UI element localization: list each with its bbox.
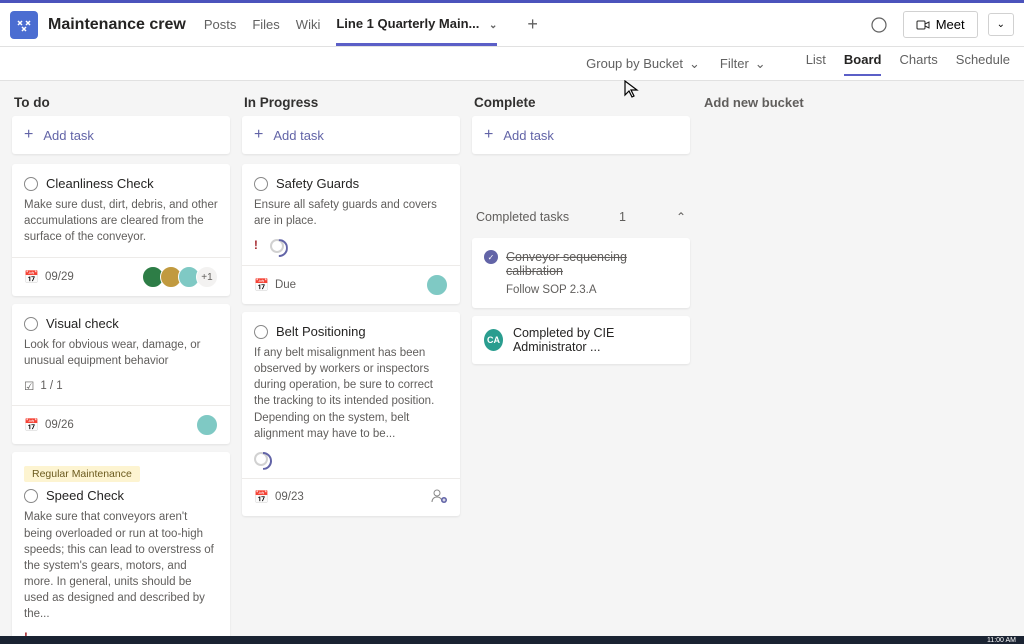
plus-icon: + (24, 126, 33, 144)
task-date: 09/23 (275, 491, 304, 503)
chevron-down-icon: ⌄ (689, 56, 700, 72)
task-desc: If any belt misalignment has been observ… (254, 345, 448, 442)
group-by-dropdown[interactable]: Group by Bucket ⌄ (586, 56, 700, 72)
task-title: Cleanliness Check (46, 176, 154, 191)
group-by-label: Group by Bucket (586, 56, 683, 71)
completed-count: 1 (619, 210, 626, 224)
completed-by-text: Completed by CIE Administrator ... (513, 326, 678, 354)
add-task-label: Add task (273, 128, 324, 143)
add-task-label: Add task (503, 128, 554, 143)
avatar (196, 414, 218, 436)
task-assignees[interactable] (200, 414, 218, 436)
tab-files[interactable]: Files (252, 5, 279, 44)
completed-task-desc: Follow SOP 2.3.A (506, 284, 678, 296)
completed-by-avatar: CA (484, 329, 503, 351)
chat-icon[interactable] (865, 11, 893, 39)
completed-toggle[interactable]: Completed tasks 1 ⌃ (472, 204, 690, 230)
task-card[interactable]: Belt Positioning If any belt misalignmen… (242, 312, 460, 516)
board-toolbar: Group by Bucket ⌄ Filter ⌄ List Board Ch… (0, 47, 1024, 81)
column-header[interactable]: Complete (472, 91, 690, 116)
column-header[interactable]: In Progress (242, 91, 460, 116)
completed-by-row[interactable]: CA Completed by CIE Administrator ... (472, 316, 690, 364)
task-title: Speed Check (46, 488, 124, 503)
meet-label: Meet (936, 17, 965, 32)
calendar-icon: 📅 (254, 278, 269, 292)
task-title: Visual check (46, 316, 119, 331)
completed-task-card[interactable]: ✓ Conveyor sequencing calibration Follow… (472, 238, 690, 308)
calendar-icon: 📅 (254, 490, 269, 504)
app-header: Maintenance crew Posts Files Wiki Line 1… (0, 3, 1024, 47)
team-name: Maintenance crew (48, 16, 186, 34)
task-title: Safety Guards (276, 176, 359, 191)
task-desc: Ensure all safety guards and covers are … (254, 197, 448, 229)
task-assignees[interactable] (430, 274, 448, 296)
kanban-board: To do + Add task Cleanliness Check Make … (0, 81, 1024, 644)
chevron-down-icon[interactable]: ⌄ (489, 20, 497, 31)
calendar-icon: 📅 (24, 270, 39, 284)
tab-planner-label: Line 1 Quarterly Main... (336, 16, 479, 31)
avatar (426, 274, 448, 296)
add-task-button[interactable]: + Add task (12, 116, 230, 154)
task-tag: Regular Maintenance (24, 466, 140, 482)
completed-task-title: Conveyor sequencing calibration (506, 250, 678, 278)
task-checkbox[interactable] (254, 325, 268, 339)
assign-icon[interactable] (430, 487, 448, 508)
task-card[interactable]: Cleanliness Check Make sure dust, dirt, … (12, 164, 230, 296)
column-in-progress: In Progress + Add task Safety Guards Ens… (242, 91, 460, 634)
view-schedule[interactable]: Schedule (956, 52, 1010, 76)
task-checkbox[interactable] (24, 177, 38, 191)
task-desc: Make sure that conveyors aren't being ov… (24, 509, 218, 622)
plus-icon: + (254, 126, 263, 144)
progress-icon (270, 239, 284, 253)
completed-label: Completed tasks (476, 210, 569, 224)
task-due: Due (275, 279, 296, 291)
column-complete: Complete + Add task Completed tasks 1 ⌃ … (472, 91, 690, 634)
view-charts[interactable]: Charts (899, 52, 937, 76)
column-add-bucket: Add new bucket (702, 91, 920, 634)
nav-tabs: Posts Files Wiki Line 1 Quarterly Main..… (204, 4, 538, 46)
video-icon (916, 18, 930, 32)
task-desc: Look for obvious wear, damage, or unusua… (24, 337, 218, 369)
plus-icon: + (484, 126, 493, 144)
filter-dropdown[interactable]: Filter ⌄ (720, 56, 766, 72)
task-checkbox[interactable] (24, 489, 38, 503)
meet-button[interactable]: Meet (903, 11, 978, 38)
filter-label: Filter (720, 56, 749, 71)
avatar-more: +1 (196, 266, 218, 288)
tab-wiki[interactable]: Wiki (296, 5, 321, 44)
add-task-button[interactable]: + Add task (472, 116, 690, 154)
task-desc: Make sure dust, dirt, debris, and other … (24, 197, 218, 245)
progress-icon (254, 452, 268, 466)
tab-posts[interactable]: Posts (204, 5, 237, 44)
view-board[interactable]: Board (844, 52, 882, 76)
completed-check-icon[interactable]: ✓ (484, 250, 498, 264)
view-list[interactable]: List (806, 52, 826, 76)
task-checkbox[interactable] (24, 317, 38, 331)
chevron-up-icon: ⌃ (676, 210, 686, 224)
add-task-button[interactable]: + Add task (242, 116, 460, 154)
task-date: 09/29 (45, 271, 74, 283)
taskbar-clock: 11:00 AM (987, 637, 1016, 644)
windows-taskbar[interactable]: 11:00 AM (0, 636, 1024, 644)
chevron-down-icon: ⌄ (755, 56, 766, 72)
task-checkbox[interactable] (254, 177, 268, 191)
task-card[interactable]: Safety Guards Ensure all safety guards a… (242, 164, 460, 304)
meet-dropdown[interactable]: ⌄ (988, 13, 1014, 36)
priority-high-icon: ! (254, 240, 258, 252)
add-tab-button[interactable]: + (527, 14, 538, 35)
checklist-icon: ☑ (24, 379, 34, 393)
task-title: Belt Positioning (276, 324, 366, 339)
add-task-label: Add task (43, 128, 94, 143)
app-logo-icon (10, 11, 38, 39)
tab-planner[interactable]: Line 1 Quarterly Main... ⌄ (336, 4, 497, 46)
column-header[interactable]: To do (12, 91, 230, 116)
column-todo: To do + Add task Cleanliness Check Make … (12, 91, 230, 634)
add-bucket-button[interactable]: Add new bucket (702, 91, 920, 114)
task-assignees[interactable]: +1 (146, 266, 218, 288)
task-card[interactable]: Regular Maintenance Speed Check Make sur… (12, 452, 230, 644)
task-card[interactable]: Visual check Look for obvious wear, dama… (12, 304, 230, 444)
task-date: 09/26 (45, 419, 74, 431)
calendar-icon: 📅 (24, 418, 39, 432)
checklist-count: 1 / 1 (40, 380, 62, 392)
